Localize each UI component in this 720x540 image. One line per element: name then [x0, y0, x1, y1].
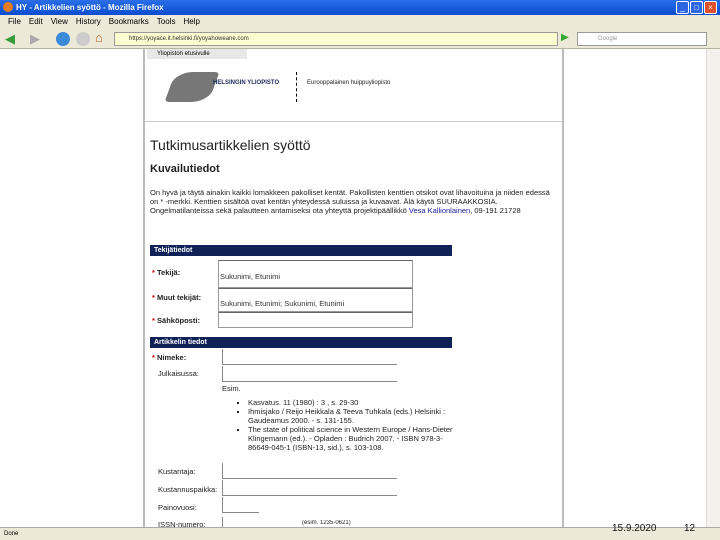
- year-input[interactable]: [222, 497, 259, 513]
- menu-edit[interactable]: Edit: [29, 17, 43, 26]
- title-bar: HY - Artikkelien syöttö - Mozilla Firefo…: [0, 0, 720, 15]
- page-title: Tutkimusartikkelien syöttö: [150, 137, 311, 153]
- section-author-info: Tekijätiedot: [150, 245, 452, 256]
- issn-input[interactable]: [222, 517, 223, 527]
- stop-icon[interactable]: [76, 32, 90, 46]
- issn-hint: (esim. 1235-0621): [302, 520, 351, 526]
- author-input[interactable]: Sukunimi, Etunimi: [218, 260, 413, 288]
- intro-text: On hyvä ja täytä ainakin kaikki lomakkee…: [150, 188, 550, 215]
- email-input[interactable]: [218, 312, 413, 328]
- window-title: HY - Artikkelien syöttö - Mozilla Firefo…: [16, 3, 164, 12]
- maximize-button[interactable]: □: [690, 1, 703, 14]
- divider: [296, 72, 297, 102]
- menu-history[interactable]: History: [76, 17, 101, 26]
- issn-label: ISSN-numero:: [158, 520, 206, 527]
- url-bar[interactable]: https://yoyace.it.helsinki.fi/yoyahowean…: [114, 32, 558, 46]
- place-input[interactable]: [222, 480, 397, 496]
- go-icon[interactable]: ▶: [561, 32, 569, 43]
- scrollbar[interactable]: [706, 49, 720, 527]
- example-item: Ihmisjako / Reijo Heikkala & Teeva Tuhka…: [248, 407, 456, 425]
- example-item: Kasvatus. 11 (1980) : 3 , s. 29-30: [248, 398, 456, 407]
- home-tab[interactable]: Yliopiston etusivulle: [147, 49, 247, 59]
- forward-icon[interactable]: ▶: [30, 31, 40, 47]
- header-divider: [145, 121, 562, 122]
- title-input[interactable]: [222, 349, 397, 365]
- minimize-button[interactable]: _: [676, 1, 689, 14]
- slide-date: 15.9.2020: [612, 523, 657, 534]
- email-label: * Sähköposti:: [152, 316, 200, 325]
- author-label: * Tekijä:: [152, 268, 181, 277]
- section-subtitle: Kuvailutiedot: [150, 163, 220, 175]
- place-label: Kustannuspaikka:: [158, 485, 218, 494]
- search-input[interactable]: Google: [577, 32, 707, 46]
- menu-bookmarks[interactable]: Bookmarks: [109, 17, 149, 26]
- university-name: HELSINGIN YLIOPISTO: [213, 80, 280, 86]
- section-article-info: Artikkelin tiedot: [150, 337, 452, 348]
- other-authors-label: * Muut tekijät:: [152, 293, 202, 302]
- menu-help[interactable]: Help: [183, 17, 199, 26]
- other-authors-input[interactable]: Sukunimi, Etunimi; Sukunimi, Etunimi: [218, 288, 413, 312]
- menu-file[interactable]: File: [8, 17, 21, 26]
- home-icon[interactable]: ⌂: [95, 30, 103, 45]
- year-label: Painovuosi:: [158, 503, 197, 512]
- menu-view[interactable]: View: [51, 17, 68, 26]
- menu-tools[interactable]: Tools: [157, 17, 176, 26]
- publisher-input[interactable]: [222, 463, 397, 479]
- slide-number: 12: [684, 523, 696, 534]
- status-text: Done: [4, 531, 19, 537]
- example-label: Esim.: [222, 384, 241, 393]
- published-in-input[interactable]: [222, 366, 397, 382]
- back-icon[interactable]: ◀: [5, 31, 15, 47]
- published-in-label: Julkaisussa:: [158, 369, 199, 378]
- publisher-label: Kustantaja:: [158, 467, 196, 476]
- example-list: Kasvatus. 11 (1980) : 3 , s. 29-30 Ihmis…: [236, 398, 456, 452]
- contact-link[interactable]: Vesa Kallionlainen: [409, 206, 470, 215]
- tagline: Eurooppalainen huippuyliopisto: [307, 80, 391, 86]
- title-label: * Nimeke:: [152, 353, 187, 362]
- example-item: The state of political science in Wester…: [248, 425, 456, 452]
- reload-icon[interactable]: [56, 32, 70, 46]
- firefox-icon: [3, 2, 13, 12]
- close-button[interactable]: ×: [704, 1, 717, 14]
- menu-bar: File Edit View History Bookmarks Tools Help: [0, 15, 720, 29]
